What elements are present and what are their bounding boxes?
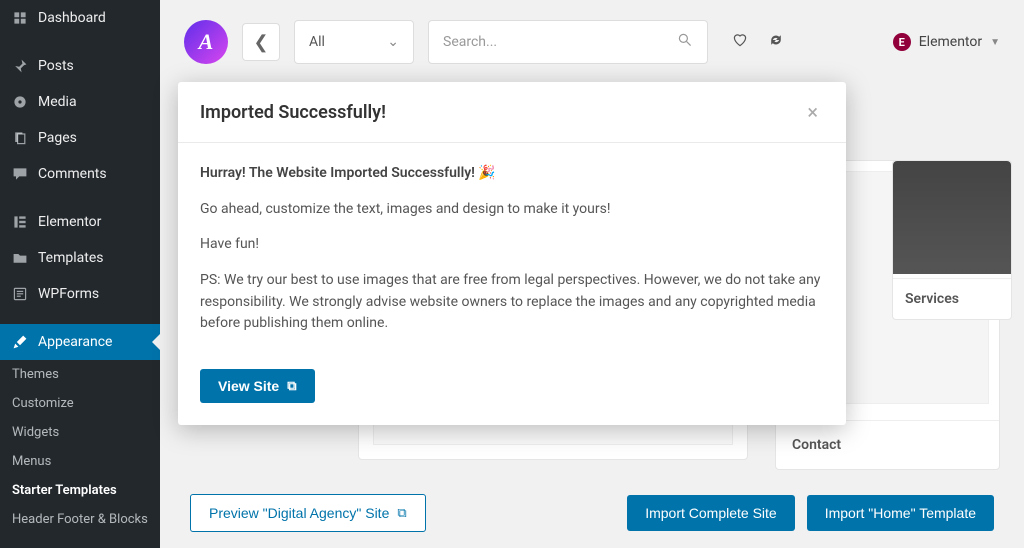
external-link-icon: ⧉ [287, 378, 296, 394]
modal-overlay: Imported Successfully! × Hurray! The Web… [0, 0, 1024, 548]
close-icon: × [807, 100, 818, 124]
import-success-modal: Imported Successfully! × Hurray! The Web… [178, 82, 846, 425]
modal-header: Imported Successfully! × [178, 82, 846, 143]
modal-body: Hurray! The Website Imported Successfull… [178, 143, 846, 357]
modal-paragraph: Go ahead, customize the text, images and… [200, 199, 824, 221]
modal-paragraph: Have fun! [200, 234, 824, 256]
modal-close-button[interactable]: × [801, 100, 824, 124]
button-label: View Site [218, 378, 279, 394]
modal-footer: View Site ⧉ [178, 357, 846, 425]
modal-title: Imported Successfully! [200, 102, 386, 123]
modal-paragraph: PS: We try our best to use images that a… [200, 270, 824, 335]
view-site-button[interactable]: View Site ⧉ [200, 369, 315, 403]
modal-lead-text: Hurray! The Website Imported Successfull… [200, 163, 824, 185]
